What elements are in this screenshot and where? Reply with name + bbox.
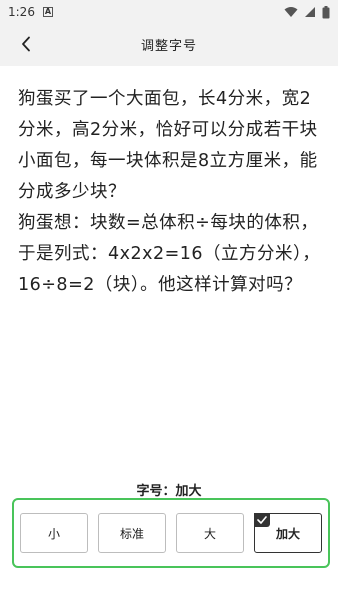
battery-icon bbox=[322, 5, 330, 18]
content-area: 狗蛋买了一个大面包，长4分米，宽2分米，高2分米，恰好可以分成若干块小面包，每一… bbox=[0, 66, 338, 600]
article-text: 狗蛋买了一个大面包，长4分米，宽2分米，高2分米，恰好可以分成若干块小面包，每一… bbox=[18, 84, 322, 301]
chevron-left-icon bbox=[22, 36, 30, 52]
signal-icon bbox=[305, 7, 315, 17]
font-size-small-button[interactable]: 小 bbox=[20, 513, 88, 553]
font-size-large-button[interactable]: 大 bbox=[176, 513, 244, 553]
font-size-panel: 小 标准 大 加大 bbox=[12, 498, 330, 568]
article-paragraph: 狗蛋买了一个大面包，长4分米，宽2分米，高2分米，恰好可以分成若干块小面包，每一… bbox=[18, 89, 318, 202]
back-button[interactable] bbox=[14, 32, 38, 56]
wifi-icon bbox=[284, 7, 298, 17]
status-time: 1:26 bbox=[8, 5, 35, 19]
font-size-option-label: 小 bbox=[47, 526, 60, 541]
notification-a-icon: A bbox=[42, 7, 53, 17]
font-size-extra-large-button[interactable]: 加大 bbox=[254, 513, 322, 553]
status-icons bbox=[284, 5, 330, 19]
font-size-option-label: 标准 bbox=[119, 526, 144, 541]
font-size-label: 字号：加大 bbox=[136, 484, 202, 499]
font-size-option-label: 加大 bbox=[275, 526, 300, 541]
checkmark-icon bbox=[254, 513, 270, 527]
font-size-standard-button[interactable]: 标准 bbox=[98, 513, 166, 553]
page-title: 调整字号 bbox=[140, 38, 197, 54]
status-bar: 1:26 A bbox=[0, 0, 338, 24]
article-paragraph: 狗蛋想：块数=总体积÷每块的体积，于是列式：4x2x2=16（立方分米），16÷… bbox=[18, 213, 321, 295]
font-size-option-label: 大 bbox=[203, 526, 216, 541]
header: 调整字号 bbox=[0, 24, 338, 64]
